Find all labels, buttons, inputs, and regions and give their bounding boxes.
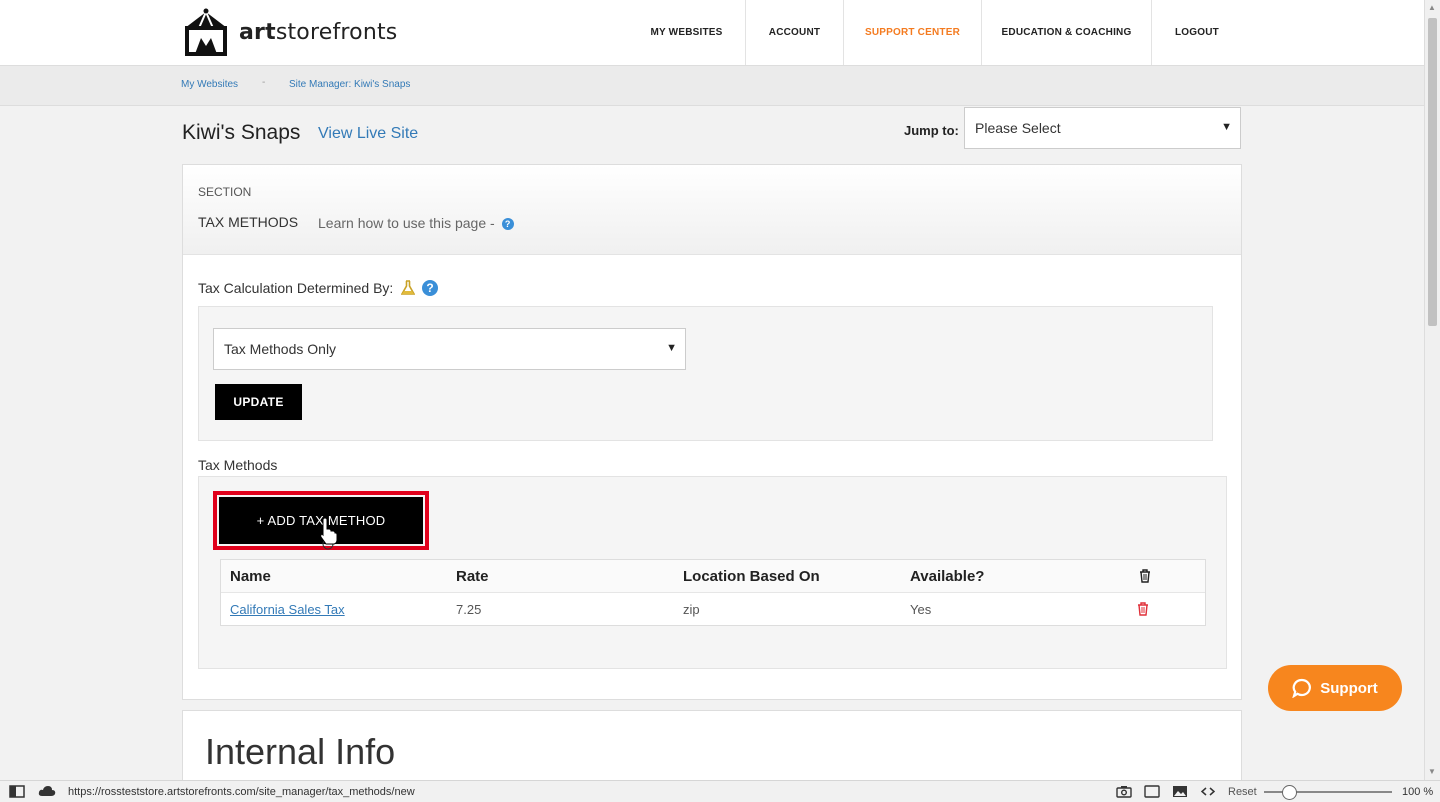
trash-icon[interactable]: [1137, 602, 1149, 616]
scroll-up-icon[interactable]: ▲: [1428, 3, 1436, 12]
tax-methods-card: SECTION TAX METHODS Learn how to use thi…: [182, 164, 1242, 700]
chevron-down-icon: ▼: [666, 342, 677, 354]
brand-rest-text: storefronts: [275, 19, 398, 45]
chevron-down-icon: ▼: [1221, 121, 1232, 133]
zoom-level: 100 %: [1402, 786, 1434, 798]
tax-methods-table: Name Rate Location Based On Available? C…: [220, 559, 1206, 626]
tax-calc-select[interactable]: Tax Methods Only ▼: [213, 328, 686, 370]
update-button[interactable]: UPDATE: [215, 384, 302, 420]
view-live-site-link[interactable]: View Live Site: [318, 125, 418, 143]
tax-calc-panel: Tax Methods Only ▼ UPDATE: [198, 306, 1213, 441]
section-name: TAX METHODS: [198, 214, 299, 230]
breadcrumb-separator: -: [262, 77, 266, 88]
column-header-location: Location Based On: [683, 568, 820, 585]
tax-calc-label: Tax Calculation Determined By:: [198, 280, 394, 296]
tax-methods-panel: + ADD TAX METHOD Name Rate Location Base…: [198, 476, 1227, 669]
sidebar-toggle-icon[interactable]: [9, 785, 25, 798]
help-icon[interactable]: ?: [422, 280, 439, 296]
nav-my-websites[interactable]: MY WEBSITES: [628, 0, 746, 65]
cell-rate: 7.25: [456, 602, 482, 617]
learn-how-text: Learn how to use this page -: [318, 215, 495, 231]
tax-methods-label: Tax Methods: [198, 457, 278, 473]
column-header-name: Name: [230, 568, 271, 585]
help-icon[interactable]: ?: [501, 218, 514, 230]
brand-bold-text: art: [239, 19, 276, 45]
nav-education-coaching[interactable]: EDUCATION & COACHING: [982, 0, 1152, 65]
column-header-available: Available?: [910, 568, 985, 585]
status-url: https://rossteststore.artstorefronts.com…: [68, 786, 415, 798]
top-header: artstorefronts MY WEBSITES ACCOUNT SUPPO…: [0, 0, 1424, 66]
breadcrumb-site-manager[interactable]: Site Manager: Kiwi's Snaps: [289, 79, 410, 90]
brand-logo[interactable]: artstorefronts: [181, 8, 397, 56]
main-nav: MY WEBSITES ACCOUNT SUPPORT CENTER EDUCA…: [628, 0, 1242, 65]
cell-location: zip: [683, 602, 700, 617]
column-header-rate: Rate: [456, 568, 489, 585]
nav-account[interactable]: ACCOUNT: [746, 0, 844, 65]
scroll-thumb[interactable]: [1428, 18, 1437, 326]
trash-icon[interactable]: [1139, 569, 1151, 583]
zoom-reset-button[interactable]: Reset: [1228, 786, 1257, 798]
chat-bubble-icon: [1292, 678, 1312, 698]
breadcrumb: My Websites - Site Manager: Kiwi's Snaps: [0, 66, 1424, 106]
code-icon[interactable]: [1201, 785, 1215, 798]
jump-to-value: Please Select: [975, 120, 1061, 136]
scroll-down-icon[interactable]: ▼: [1428, 767, 1436, 776]
section-header: SECTION TAX METHODS Learn how to use thi…: [183, 165, 1241, 255]
zoom-slider-handle[interactable]: [1282, 785, 1297, 800]
internal-info-title: Internal Info: [205, 731, 396, 772]
cell-available: Yes: [910, 602, 932, 617]
hand-cursor-icon: [320, 518, 338, 550]
nav-logout[interactable]: LOGOUT: [1152, 0, 1242, 65]
support-label: Support: [1320, 679, 1378, 697]
jump-to-label: Jump to:: [904, 123, 959, 138]
support-button[interactable]: Support: [1268, 665, 1402, 711]
storefront-tent-icon: [185, 8, 227, 56]
window-icon[interactable]: [1144, 785, 1160, 798]
section-label: SECTION: [198, 185, 252, 199]
learn-how-link[interactable]: Learn how to use this page - ?: [318, 215, 514, 231]
vertical-scrollbar[interactable]: ▲ ▼: [1424, 0, 1440, 780]
breadcrumb-my-websites[interactable]: My Websites: [181, 79, 238, 90]
image-icon[interactable]: [1172, 785, 1188, 798]
flask-icon: [401, 280, 416, 295]
tax-calc-label-row: Tax Calculation Determined By: ?: [198, 280, 439, 296]
tax-calc-selected-value: Tax Methods Only: [224, 341, 337, 357]
table-header: Name Rate Location Based On Available?: [221, 560, 1205, 593]
nav-support-center[interactable]: SUPPORT CENTER: [844, 0, 982, 65]
cloud-icon[interactable]: [38, 785, 56, 797]
cell-name: California Sales Tax: [230, 602, 345, 617]
tax-method-link[interactable]: California Sales Tax: [230, 602, 345, 617]
browser-status-bar: https://rossteststore.artstorefronts.com…: [0, 780, 1440, 802]
internal-info-card: Internal Info: [182, 710, 1242, 790]
page-title: Kiwi's Snaps: [182, 121, 301, 144]
jump-to-select[interactable]: Please Select ▼: [964, 107, 1241, 149]
camera-icon[interactable]: [1116, 785, 1132, 798]
